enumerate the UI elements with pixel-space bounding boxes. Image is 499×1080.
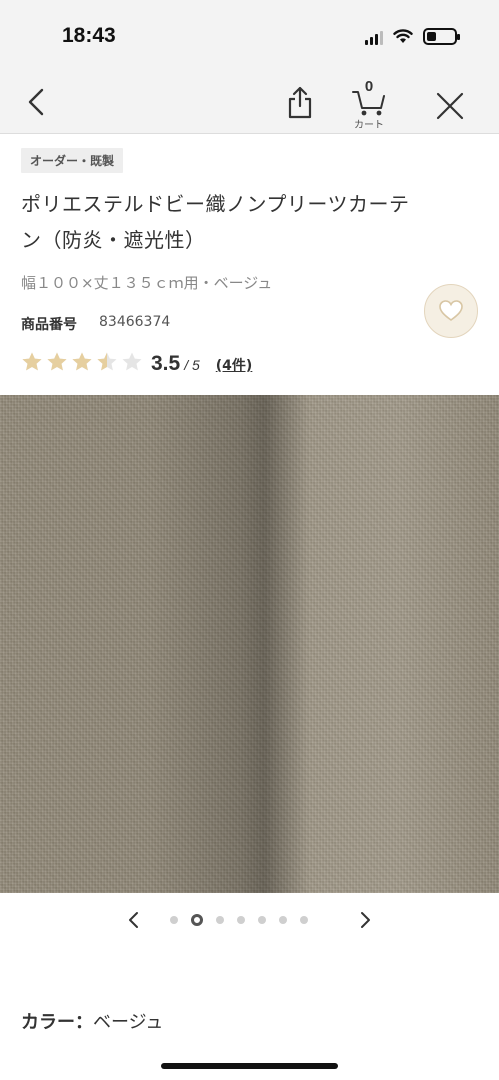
color-value: ベージュ (93, 1012, 164, 1033)
chevron-left-icon (129, 912, 138, 928)
chevron-right-icon (361, 912, 370, 928)
product-number: 商品番号 83466374 (21, 314, 170, 334)
star-icon (96, 351, 118, 373)
share-icon (288, 86, 312, 119)
rating-stars (21, 351, 143, 373)
star-icon (46, 351, 68, 373)
carousel-prev-button[interactable] (124, 910, 144, 930)
signal-icon (365, 29, 383, 45)
product-title: ポリエステルドビー織ノンプリーツカーテ ン（防炎・遮光性） (21, 186, 481, 258)
star-icon (21, 351, 43, 373)
product-image[interactable] (0, 395, 499, 893)
heart-icon (439, 300, 463, 321)
product-variant: 幅１００×丈１３５ｃｍ用・ベージュ (21, 274, 273, 292)
home-indicator (161, 1063, 338, 1069)
cart-button[interactable]: 0 カート (345, 78, 393, 131)
status-bar: 18:43 (0, 0, 499, 72)
battery-level (427, 32, 437, 41)
battery-icon (423, 28, 460, 45)
close-icon (436, 92, 464, 120)
carousel-dot[interactable] (237, 916, 245, 924)
star-icon (71, 351, 93, 373)
chevron-left-icon (28, 88, 44, 116)
category-tag: オーダー・既製 (21, 148, 124, 173)
product-number-value: 83466374 (99, 314, 171, 330)
status-icons (365, 28, 460, 45)
back-button[interactable] (20, 84, 56, 120)
nav-bar: 0 カート (0, 72, 499, 134)
carousel-dot[interactable] (258, 916, 266, 924)
image-carousel-controls (0, 905, 499, 935)
star-icon (121, 351, 143, 373)
rating-value: 3.5 (151, 352, 181, 375)
close-button[interactable] (432, 88, 468, 124)
review-count-link[interactable]: (4件) (216, 355, 253, 375)
product-number-label: 商品番号 (21, 317, 77, 333)
rating-summary: 3.5 / 5 (4件) (21, 348, 252, 376)
cart-icon (352, 91, 385, 116)
status-time: 18:43 (62, 24, 116, 47)
product-title-line2: ン（防炎・遮光性） (21, 228, 206, 252)
carousel-dot[interactable] (216, 916, 224, 924)
rating-max: / 5 (184, 357, 200, 373)
carousel-dots (170, 914, 308, 926)
share-button[interactable] (282, 84, 318, 122)
carousel-dot-active[interactable] (191, 914, 203, 926)
carousel-dot[interactable] (300, 916, 308, 924)
wifi-icon (393, 29, 413, 43)
fabric-fold-shading (0, 395, 499, 893)
carousel-next-button[interactable] (355, 910, 375, 930)
color-selection: カラー：ベージュ (21, 1008, 163, 1034)
carousel-dot[interactable] (279, 916, 287, 924)
carousel-dot[interactable] (170, 916, 178, 924)
product-title-line1: ポリエステルドビー織ノンプリーツカーテ (21, 192, 410, 216)
color-label: カラー： (21, 1012, 93, 1033)
favorite-button[interactable] (424, 284, 478, 338)
cart-label: カート (354, 120, 384, 131)
